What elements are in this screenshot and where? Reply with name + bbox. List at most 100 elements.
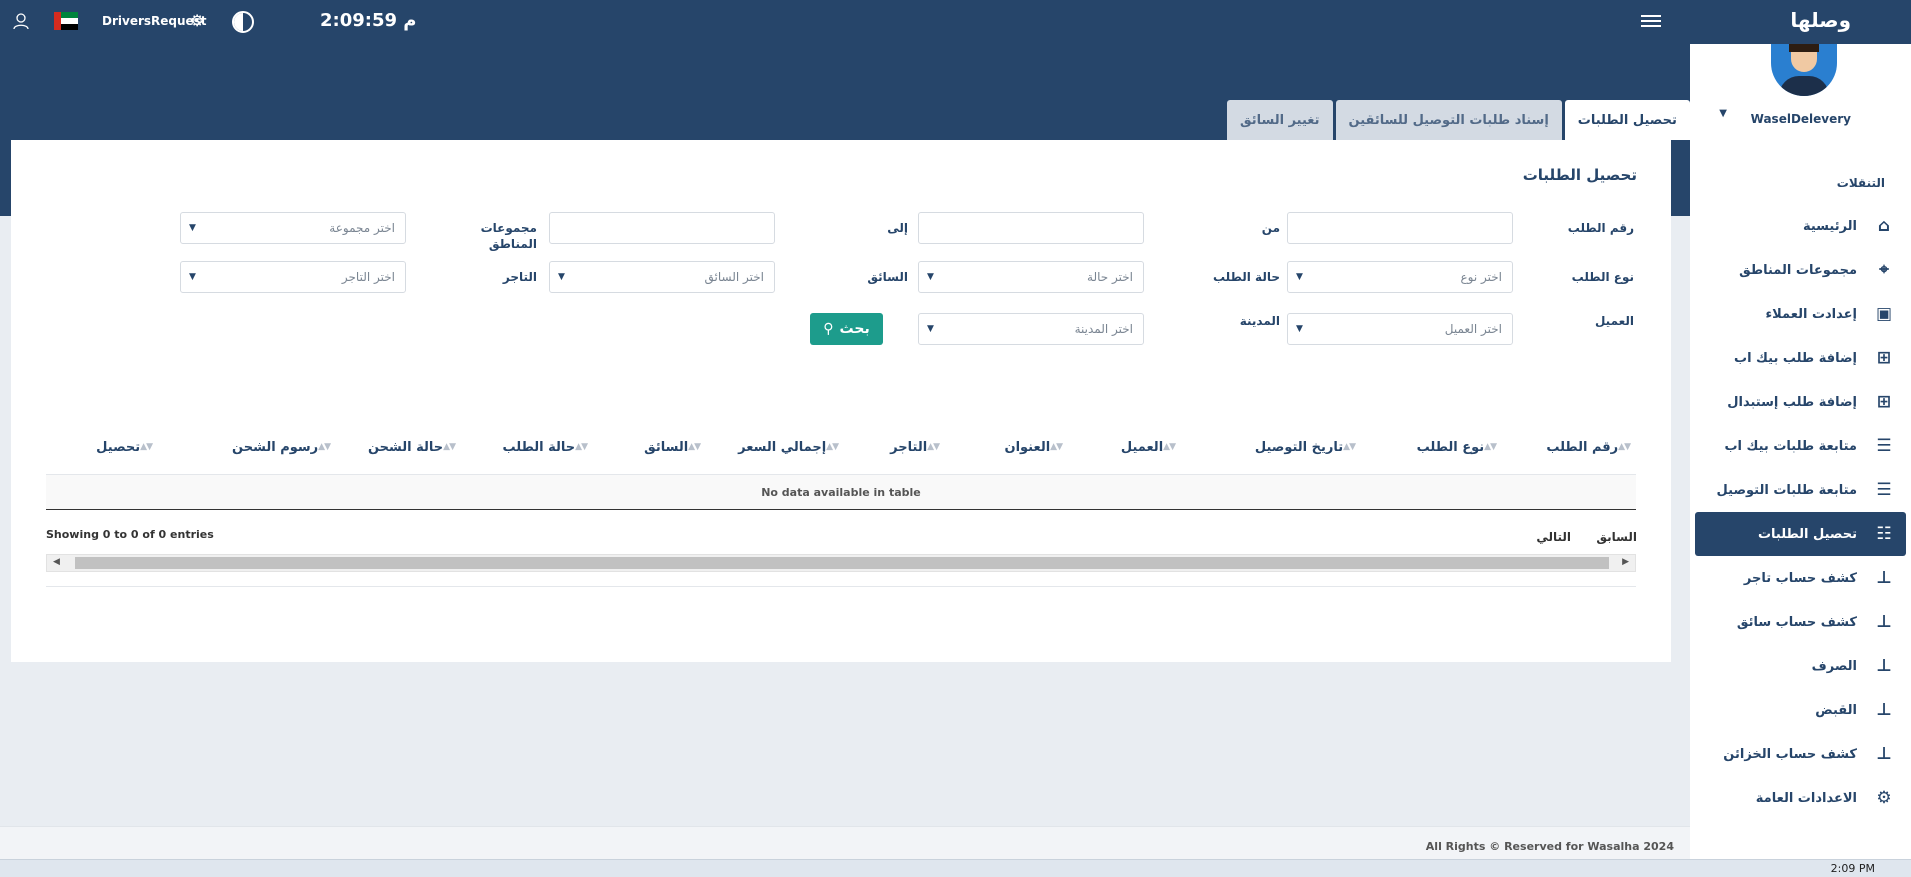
sort-icon: ▲▼ — [1618, 442, 1631, 452]
scroll-right-icon[interactable]: ▶ — [1622, 557, 1629, 567]
chevron-down-icon: ▼ — [927, 272, 934, 282]
contrast-toggle-icon[interactable] — [232, 11, 254, 33]
column-header[interactable]: نوع الطلب ▲▼ — [1417, 430, 1502, 464]
sort-icon: ▲▼ — [826, 442, 839, 452]
sort-icon: ▲▼ — [140, 442, 153, 452]
column-label: نوع الطلب — [1416, 439, 1485, 455]
footer-text: All Rights © Reserved for Wasalha 2024 — [1425, 840, 1674, 853]
column-label: رسوم الشحن — [232, 439, 319, 455]
sort-icon: ▲▼ — [1050, 442, 1063, 452]
sort-icon: ▲▼ — [1484, 442, 1497, 452]
table-info: Showing 0 to 0 of 0 entries — [46, 528, 214, 541]
chevron-down-icon[interactable]: ▼ — [1719, 108, 1727, 119]
sidebar-item-add-pickup[interactable]: ⊞ إضافة طلب بيك اب — [1690, 336, 1911, 380]
calendar-plus-icon: ⊞ — [1876, 348, 1892, 368]
sort-icon: ▲▼ — [1163, 442, 1176, 452]
sidebar: ▼ WaselDelevery التنقلات ⌂ الرئيسية ⌖ مجمو… — [1690, 44, 1911, 859]
uae-flag-icon[interactable] — [54, 12, 78, 30]
home-icon: ⌂ — [1877, 216, 1891, 236]
sidebar-item-label: إضافة طلب إستبدال — [1727, 394, 1857, 410]
column-header[interactable]: إجمالي السعر ▲▼ — [738, 430, 844, 464]
sitemap-icon: ⊥ — [1876, 656, 1892, 676]
zone-groups-select[interactable]: ▼ اختر مجموعة — [180, 212, 406, 244]
order-status-select[interactable]: ▼ اختر حالة — [918, 261, 1144, 293]
column-label: حالة الشحن — [367, 439, 444, 455]
column-header[interactable]: حالة الشحن ▲▼ — [368, 430, 461, 464]
sidebar-item-customer-settings[interactable]: ▣ إعدادت العملاء — [1690, 292, 1911, 336]
sort-icon: ▲▼ — [575, 442, 588, 452]
taskbar-clock: 2:09 PM — [1830, 862, 1875, 875]
column-header[interactable]: تاريخ التوصيل ▲▼ — [1255, 430, 1361, 464]
sidebar-item-driver-statement[interactable]: ⊥ كشف حساب سائق — [1690, 600, 1911, 644]
tab-assign-drivers[interactable]: إسناد طلبات التوصيل للسائقين — [1335, 100, 1562, 140]
merchant-select[interactable]: ▼ اختر التاجر — [180, 261, 406, 293]
menu-toggle-icon[interactable] — [1641, 12, 1661, 30]
horizontal-scrollbar[interactable]: ◀ ▶ — [46, 554, 1636, 572]
column-header[interactable]: العنوان ▲▼ — [1004, 430, 1068, 464]
pagination-previous[interactable]: السابق — [1596, 530, 1637, 544]
column-header[interactable]: تحصيل ▲▼ — [96, 430, 158, 464]
from-field[interactable] — [1287, 212, 1513, 244]
column-header[interactable]: العميل ▲▼ — [1121, 430, 1181, 464]
database-icon: ☰ — [1876, 480, 1892, 500]
sidebar-item-label: إعدادت العملاء — [1765, 306, 1857, 322]
city-select[interactable]: ▼ اختر المدينة — [918, 313, 1144, 345]
zone-groups-label: مجموعات المناطق — [480, 221, 537, 251]
user-icon[interactable] — [12, 12, 30, 30]
sidebar-item-label: القبض — [1815, 702, 1857, 718]
role-label[interactable]: DriversRequest — [102, 14, 207, 28]
sidebar-item-label: الرئيسية — [1802, 218, 1857, 234]
chevron-down-icon: ▼ — [189, 223, 196, 233]
to-field[interactable] — [918, 212, 1144, 244]
sidebar-item-track-delivery[interactable]: ☰ متابعة طلبات التوصيل — [1690, 468, 1911, 512]
sitemap-icon: ⊥ — [1876, 568, 1892, 588]
chevron-down-icon: ▼ — [189, 272, 196, 282]
sidebar-item-general-settings[interactable]: ⚙ الاعدادات العامة — [1690, 776, 1911, 820]
select-value: اختر المدينة — [1074, 322, 1133, 336]
crosshair-icon: ⌖ — [1879, 260, 1889, 280]
sidebar-item-track-pickup[interactable]: ☰ متابعة طلبات بيك اب — [1690, 424, 1911, 468]
avatar[interactable] — [1771, 44, 1837, 96]
sidebar-item-label: متابعة طلبات التوصيل — [1716, 482, 1857, 498]
briefcase-icon: ▣ — [1875, 304, 1893, 324]
column-label: إجمالي السعر — [738, 439, 827, 455]
select-value: اختر العميل — [1444, 322, 1502, 336]
column-header[interactable]: رقم الطلب ▲▼ — [1546, 430, 1636, 464]
select-value: اختر التاجر — [341, 270, 395, 284]
sidebar-item-receipts[interactable]: ⊥ القبض — [1690, 688, 1911, 732]
footer: All Rights © Reserved for Wasalha 2024 — [0, 826, 1690, 859]
order-number-field[interactable] — [549, 212, 775, 244]
sidebar-item-home[interactable]: ⌂ الرئيسية — [1690, 204, 1911, 248]
sidebar-item-treasury-statement[interactable]: ⊥ كشف حساب الخزائن — [1690, 732, 1911, 776]
tab-change-driver[interactable]: تغيير السائق — [1227, 100, 1333, 140]
sidebar-item-label: كشف حساب الخزائن — [1723, 746, 1857, 762]
divider — [46, 586, 1636, 587]
sidebar-item-zone-groups[interactable]: ⌖ مجموعات المناطق — [1690, 248, 1911, 292]
column-header[interactable]: رسوم الشحن ▲▼ — [232, 430, 336, 464]
sort-icon: ▲▼ — [443, 442, 456, 452]
column-header[interactable]: السائق ▲▼ — [644, 430, 706, 464]
scrollbar-thumb[interactable] — [75, 557, 1609, 569]
scroll-left-icon[interactable]: ◀ — [53, 557, 60, 567]
sidebar-item-merchant-statement[interactable]: ⊥ كشف حساب تاجر — [1690, 556, 1911, 600]
user-name[interactable]: WaselDelevery — [1751, 112, 1851, 126]
order-type-select[interactable]: ▼ اختر نوع — [1287, 261, 1513, 293]
pagination-next[interactable]: التالي — [1536, 530, 1571, 544]
sidebar-item-payments[interactable]: ⊥ الصرف — [1690, 644, 1911, 688]
sidebar-item-label: تحصيل الطلبات — [1757, 526, 1857, 542]
tab-collect-orders[interactable]: تحصيل الطلبات — [1564, 100, 1690, 140]
column-header[interactable]: التاجر ▲▼ — [890, 430, 945, 464]
column-header[interactable]: حالة الطلب ▲▼ — [503, 430, 593, 464]
sidebar-item-add-exchange[interactable]: ⊞ إضافة طلب إستبدال — [1690, 380, 1911, 424]
search-button[interactable]: ⚲ بحث — [810, 313, 883, 345]
sidebar-item-collect-orders[interactable]: ☷ تحصيل الطلبات — [1695, 512, 1906, 556]
column-label: رقم الطلب — [1546, 439, 1619, 455]
driver-select[interactable]: ▼ اختر السائق — [549, 261, 775, 293]
customer-select[interactable]: ▼ اختر العميل — [1287, 313, 1513, 345]
chevron-down-icon: ▼ — [1296, 324, 1303, 334]
select-value: اختر السائق — [704, 270, 764, 284]
driver-label: السائق — [867, 270, 908, 284]
brand-logo[interactable]: وصلها — [1790, 8, 1851, 32]
sidebar-item-label: الصرف — [1811, 658, 1857, 674]
search-button-label: بحث — [839, 321, 870, 337]
